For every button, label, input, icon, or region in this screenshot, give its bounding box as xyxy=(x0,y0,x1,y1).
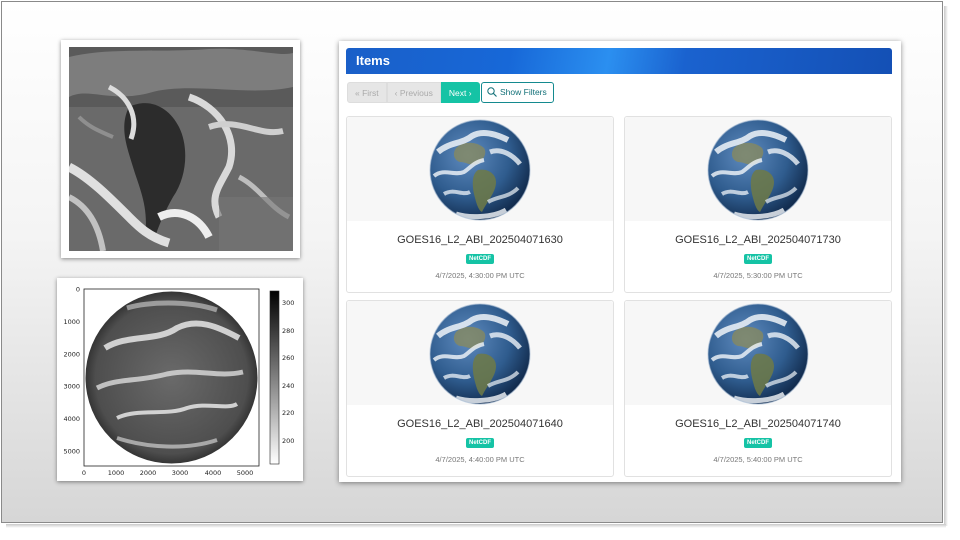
item-name[interactable]: GOES16_L2_ABI_202504071740 xyxy=(625,418,891,430)
y-tick: 5000 xyxy=(63,448,80,456)
y-tick: 1000 xyxy=(63,318,80,326)
colorbar-tick: 240 xyxy=(282,382,294,390)
brightness-temperature-plot: 0 1000 2000 3000 4000 5000 0 1000 2000 3… xyxy=(57,278,303,481)
y-axis-ticks: 0 1000 2000 3000 4000 5000 xyxy=(63,286,80,456)
full-disk-image xyxy=(85,291,258,464)
x-tick: 0 xyxy=(82,469,86,477)
items-panel: Items « First ‹ Previous Next › Show Fil… xyxy=(339,41,901,482)
satellite-infrared-image xyxy=(69,47,293,251)
format-badge: NetCDF xyxy=(744,438,772,448)
next-page-button[interactable]: Next › xyxy=(440,82,480,103)
x-axis-ticks: 0 1000 2000 3000 4000 5000 xyxy=(82,469,253,477)
x-tick: 5000 xyxy=(237,469,254,477)
colorbar-ticks: 300 280 260 240 220 200 xyxy=(282,299,294,445)
previous-page-button[interactable]: ‹ Previous xyxy=(386,82,441,103)
colorbar-tick: 200 xyxy=(282,437,294,445)
search-icon xyxy=(487,87,497,97)
format-badge: NetCDF xyxy=(744,254,772,264)
satellite-image-card xyxy=(61,40,300,258)
item-timestamp: 4/7/2025, 5:40:00 PM UTC xyxy=(713,455,803,464)
colorbar-tick: 220 xyxy=(282,409,294,417)
earth-globe-icon xyxy=(704,118,812,221)
item-timestamp: 4/7/2025, 5:30:00 PM UTC xyxy=(713,271,803,280)
item-card[interactable]: GOES16_L2_ABI_202504071630 NetCDF 4/7/20… xyxy=(346,116,614,293)
items-header: Items xyxy=(346,48,892,74)
show-filters-label: Show Filters xyxy=(500,87,547,97)
item-card[interactable]: GOES16_L2_ABI_202504071730 NetCDF 4/7/20… xyxy=(624,116,892,293)
frame-shadow xyxy=(6,524,946,528)
y-tick: 2000 xyxy=(63,351,80,359)
first-page-button[interactable]: « First xyxy=(347,82,387,103)
item-thumbnail xyxy=(625,117,891,221)
colorbar xyxy=(269,290,280,465)
plot-canvas: 0 1000 2000 3000 4000 5000 0 1000 2000 3… xyxy=(63,286,294,478)
y-tick: 3000 xyxy=(63,383,80,391)
item-name[interactable]: GOES16_L2_ABI_202504071630 xyxy=(347,234,613,246)
format-badge: NetCDF xyxy=(466,254,494,264)
item-thumbnail xyxy=(347,301,613,405)
x-tick: 2000 xyxy=(140,469,157,477)
item-card[interactable]: GOES16_L2_ABI_202504071740 NetCDF 4/7/20… xyxy=(624,300,892,477)
item-name[interactable]: GOES16_L2_ABI_202504071730 xyxy=(625,234,891,246)
colorbar-tick: 300 xyxy=(282,299,294,307)
x-tick: 3000 xyxy=(172,469,189,477)
items-title: Items xyxy=(356,53,390,68)
colorbar-tick: 280 xyxy=(282,327,294,335)
x-tick: 1000 xyxy=(108,469,125,477)
item-timestamp: 4/7/2025, 4:30:00 PM UTC xyxy=(435,271,525,280)
item-name[interactable]: GOES16_L2_ABI_202504071640 xyxy=(347,418,613,430)
show-filters-button[interactable]: Show Filters xyxy=(481,82,554,103)
item-thumbnail xyxy=(347,117,613,221)
colorbar-tick: 260 xyxy=(282,354,294,362)
frame-shadow xyxy=(944,6,948,526)
earth-globe-icon xyxy=(704,302,812,405)
x-tick: 4000 xyxy=(205,469,222,477)
format-badge: NetCDF xyxy=(466,438,494,448)
earth-globe-icon xyxy=(426,302,534,405)
earth-globe-icon xyxy=(426,118,534,221)
item-card[interactable]: GOES16_L2_ABI_202504071640 NetCDF 4/7/20… xyxy=(346,300,614,477)
pagination: « First ‹ Previous Next › xyxy=(347,82,480,103)
y-tick: 4000 xyxy=(63,415,80,423)
item-timestamp: 4/7/2025, 4:40:00 PM UTC xyxy=(435,455,525,464)
item-thumbnail xyxy=(625,301,891,405)
y-tick: 0 xyxy=(76,286,80,294)
